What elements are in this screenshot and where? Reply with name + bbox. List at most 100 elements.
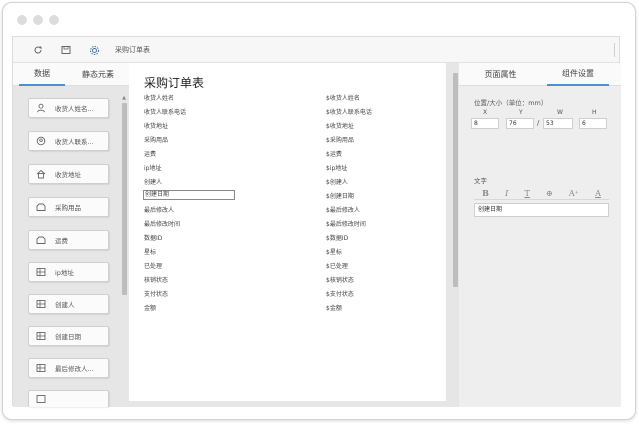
field-label: 最后修改人... — [55, 365, 94, 373]
axis-w-label: W — [557, 109, 563, 116]
doc-label[interactable]: 收货人联系电话 — [144, 107, 186, 116]
doc-value[interactable]: $星标 — [326, 247, 342, 256]
right-tabs: 页面属性 组件设置 — [459, 63, 621, 86]
width-input[interactable]: 53 — [543, 118, 573, 129]
table-icon — [35, 298, 47, 310]
tab-data[interactable]: 数据 — [19, 63, 65, 86]
left-panel: 数据 静态元素 收货人姓名... 收货人联系... 收货地址 采购用品 运费 i… — [13, 63, 129, 407]
window-dot-close[interactable] — [17, 15, 27, 25]
doc-label[interactable]: 星标 — [144, 247, 156, 256]
doc-value[interactable]: $数据ID — [326, 233, 348, 242]
doc-label[interactable]: 收货地址 — [144, 121, 168, 130]
doc-value[interactable]: $最后修改人 — [326, 205, 360, 214]
folder-icon — [35, 201, 47, 213]
canvas-scrollbar-thumb[interactable] — [453, 73, 458, 287]
doc-label[interactable]: 最后修改人 — [144, 205, 174, 214]
field-consignee-phone[interactable]: 收货人联系... — [28, 131, 109, 151]
field-delivery-address[interactable]: 收货地址 — [28, 164, 109, 184]
field-creator[interactable]: 创建人 — [28, 294, 109, 314]
doc-value[interactable]: $创建日期 — [326, 191, 354, 200]
field-ip-address[interactable]: ip地址 — [28, 262, 109, 282]
doc-value[interactable]: $运费 — [326, 149, 342, 158]
left-scrollbar[interactable]: ▲ — [121, 95, 127, 407]
underline-button[interactable]: T — [524, 189, 529, 198]
doc-value[interactable]: $支付状态 — [326, 289, 354, 298]
document-title: 采购订单表 — [115, 46, 150, 54]
font-size-button[interactable]: A⁺ — [569, 189, 579, 198]
doc-value[interactable]: $最后修改时间 — [326, 219, 366, 228]
scroll-up-icon[interactable]: ▲ — [121, 95, 127, 101]
home-icon — [35, 168, 47, 180]
doc-value[interactable]: $收货人姓名 — [326, 93, 360, 102]
doc-label[interactable]: 创建人 — [144, 177, 162, 186]
doc-label[interactable]: 最后修改时间 — [144, 219, 180, 228]
y-input[interactable]: 76 — [506, 118, 534, 129]
field-last-modifier[interactable]: 最后修改人... — [28, 358, 109, 378]
field-purchase-items[interactable]: 采购用品 — [28, 197, 109, 217]
field-label: 收货人联系... — [55, 138, 94, 146]
doc-label[interactable]: 支付状态 — [144, 289, 168, 298]
doc-value[interactable]: $金额 — [326, 303, 342, 312]
canvas-area: 采购订单表 收货人姓名 $收货人姓名 收货人联系电话 $收货人联系电话 收货地址… — [129, 63, 452, 407]
doc-label[interactable]: 核销状态 — [144, 275, 168, 284]
doc-label[interactable]: 收货人姓名 — [144, 93, 174, 102]
tab-static-elements[interactable]: 静态元素 — [73, 63, 123, 86]
field-label: 运费 — [55, 237, 68, 245]
settings-icon[interactable] — [85, 41, 103, 59]
doc-label-selected[interactable]: 创建日期 — [143, 190, 235, 200]
slash-separator: / — [537, 119, 540, 127]
canvas-scrollbar[interactable] — [452, 63, 459, 407]
field-shipping-fee[interactable]: 运费 — [28, 230, 109, 250]
table-icon — [35, 393, 47, 405]
tab-page-properties[interactable]: 页面属性 — [473, 63, 528, 86]
doc-value[interactable]: $收货人联系电话 — [326, 107, 372, 116]
doc-value[interactable]: $收货地址 — [326, 121, 354, 130]
bold-button[interactable]: B — [482, 188, 489, 198]
window-dot-minimize[interactable] — [33, 15, 43, 25]
doc-value[interactable]: $核销状态 — [326, 275, 354, 284]
format-toolbar: B I T ⊕ A⁺ A — [474, 187, 609, 200]
axis-h-label: H — [592, 109, 597, 116]
tab-component-settings[interactable]: 组件设置 — [547, 63, 609, 86]
left-scrollbar-thumb[interactable] — [122, 103, 127, 295]
save-icon[interactable] — [57, 41, 75, 59]
document-canvas[interactable]: 采购订单表 收货人姓名 $收货人姓名 收货人联系电话 $收货人联系电话 收货地址… — [129, 63, 446, 401]
field-label: ip地址 — [55, 269, 74, 277]
doc-value[interactable]: $ip地址 — [326, 163, 347, 172]
doc-label[interactable]: 金额 — [144, 303, 156, 312]
contact-icon — [35, 135, 47, 147]
doc-value[interactable]: $创建人 — [326, 177, 348, 186]
text-content-input[interactable]: 创建日期 — [474, 203, 609, 217]
doc-label[interactable]: 已处理 — [144, 261, 162, 270]
italic-button[interactable]: I — [505, 189, 508, 198]
position-size-label: 位置/大小（单位：mm） — [474, 99, 548, 107]
table-icon — [35, 362, 47, 374]
x-input[interactable]: 8 — [471, 118, 499, 129]
toolbar-divider — [614, 43, 615, 57]
doc-value[interactable]: $已处理 — [326, 261, 348, 270]
table-icon — [35, 330, 47, 342]
window-dot-maximize[interactable] — [49, 15, 59, 25]
doc-label[interactable]: 数据ID — [144, 233, 162, 242]
folder-icon — [35, 234, 47, 246]
person-icon — [35, 102, 47, 114]
editor-app: 采购订单表 数据 静态元素 收货人姓名... 收货人联系... 收货地址 采购用… — [12, 36, 621, 407]
field-label: 收货地址 — [55, 171, 81, 179]
doc-label[interactable]: 采购用品 — [144, 135, 168, 144]
height-input[interactable]: 6 — [579, 118, 607, 129]
doc-label[interactable]: ip地址 — [144, 163, 161, 172]
field-create-date[interactable]: 创建日期 — [28, 326, 109, 346]
window-chrome — [3, 3, 635, 33]
doc-title: 采购订单表 — [144, 76, 205, 90]
field-consignee-name[interactable]: 收货人姓名... — [28, 98, 109, 118]
text-section-label: 文字 — [474, 177, 487, 185]
axis-y-label: Y — [519, 109, 523, 116]
field-more[interactable] — [28, 390, 109, 407]
font-color-button[interactable]: A — [595, 189, 601, 198]
doc-label[interactable]: 运费 — [144, 149, 156, 158]
link-button[interactable]: ⊕ — [546, 189, 553, 198]
field-label: 创建日期 — [55, 333, 81, 341]
table-icon — [35, 266, 47, 278]
refresh-icon[interactable] — [29, 41, 47, 59]
doc-value[interactable]: $采购用品 — [326, 135, 354, 144]
